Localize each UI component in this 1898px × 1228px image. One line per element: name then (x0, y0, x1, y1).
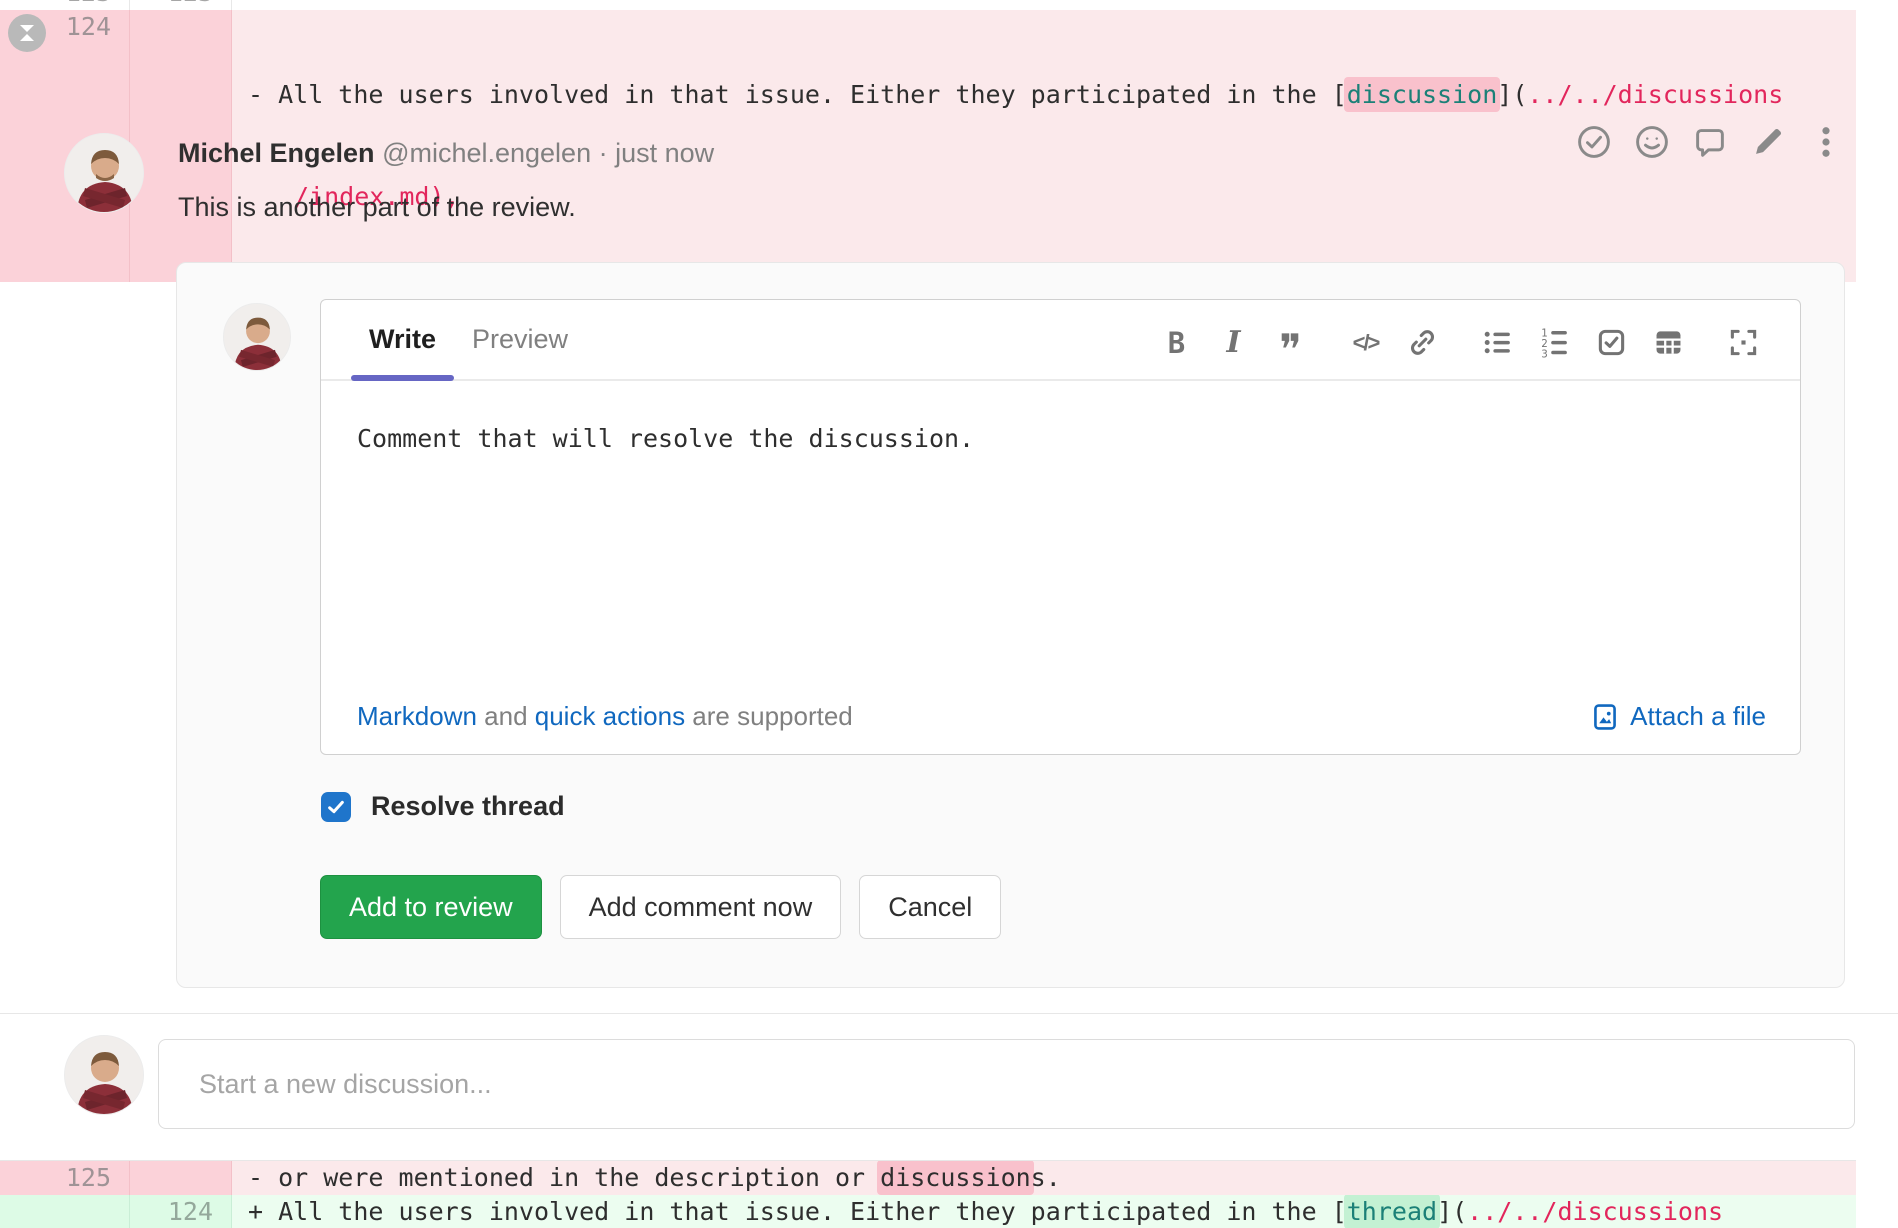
user-avatar[interactable] (64, 1035, 144, 1115)
old-line-number[interactable]: 125 (0, 1161, 130, 1195)
link-icon (1406, 326, 1439, 359)
diff-removed-row: 125 - or were mentioned in the descripti… (0, 1161, 1856, 1195)
smiley-icon (1634, 124, 1670, 160)
form-actions: Add to review Add comment now Cancel (320, 875, 1001, 939)
new-discussion-input[interactable] (158, 1039, 1855, 1129)
editor-footer: Markdown and quick actions are supported… (357, 701, 1766, 732)
note-body-text: This is another part of the review. (178, 192, 576, 223)
resolve-thread-label: Resolve thread (371, 791, 565, 822)
fullscreen-icon (1727, 326, 1760, 359)
table-icon (1652, 326, 1685, 359)
note-timestamp[interactable]: just now (615, 138, 714, 168)
start-thread-button[interactable] (1692, 124, 1728, 160)
diff-clipped-row: 123 123 (0, 0, 1856, 10)
edit-comment-button[interactable] (1750, 124, 1786, 160)
resolve-thread-option[interactable]: Resolve thread (321, 791, 565, 822)
old-line-number[interactable]: 123 (0, 0, 130, 10)
more-actions-button[interactable] (1808, 124, 1844, 160)
avatar-image (224, 304, 291, 371)
merge-request-diff-discussion: 123 123 124 - All the users involved in … (0, 0, 1898, 1228)
code-line-removed: - or were mentioned in the description o… (232, 1161, 1856, 1195)
bulleted-list-icon (1481, 326, 1514, 359)
italic-button[interactable]: I (1215, 324, 1252, 361)
note-actions (1576, 124, 1844, 160)
code-line (232, 0, 1856, 10)
bold-button[interactable]: B (1158, 324, 1195, 361)
attach-image-icon (1590, 702, 1620, 732)
tab-preview[interactable]: Preview (454, 300, 586, 379)
fullscreen-button[interactable] (1725, 324, 1762, 361)
author-name[interactable]: Michel Engelen (178, 138, 375, 168)
tab-write[interactable]: Write (351, 300, 454, 379)
note-header: Michel Engelen @michel.engelen · just no… (178, 134, 714, 172)
bulleted-list-button[interactable] (1479, 324, 1516, 361)
diff-added-row: 124 + All the users involved in that iss… (0, 1195, 1856, 1228)
svg-text:3: 3 (1541, 348, 1548, 359)
kebab-menu-icon (1808, 124, 1844, 160)
section-divider (0, 1013, 1898, 1014)
add-comment-now-button[interactable]: Add comment now (560, 875, 842, 939)
checkmark-icon (325, 796, 347, 818)
user-avatar[interactable] (64, 133, 144, 213)
word-diff-highlight: discussion (1344, 77, 1501, 112)
task-list-icon (1595, 326, 1628, 359)
author-username[interactable]: @michel.engelen (382, 138, 591, 168)
cancel-button[interactable]: Cancel (859, 875, 1001, 939)
link-button[interactable] (1404, 324, 1441, 361)
collapse-lines-button[interactable] (8, 14, 46, 52)
resolve-thread-checkbox[interactable] (321, 792, 351, 822)
comment-icon (1692, 124, 1728, 160)
add-reaction-button[interactable] (1634, 124, 1670, 160)
italic-icon: I (1226, 325, 1240, 360)
code-line-added: + All the users involved in that issue. … (232, 1195, 1856, 1228)
reply-form: Write Preview B I ❞ </> (176, 262, 1845, 988)
code-icon: </> (1353, 330, 1379, 356)
editor-header: Write Preview B I ❞ </> (321, 300, 1800, 381)
task-list-button[interactable] (1593, 324, 1630, 361)
attach-file-button[interactable]: Attach a file (1590, 701, 1766, 732)
markdown-link[interactable]: Markdown (357, 701, 477, 731)
bold-icon: B (1168, 326, 1185, 360)
numbered-list-button[interactable]: 1 2 3 (1536, 324, 1573, 361)
code-button[interactable]: </> (1347, 324, 1384, 361)
add-to-review-button[interactable]: Add to review (320, 875, 542, 939)
word-diff-highlight: thread (1344, 1195, 1440, 1228)
resolve-thread-button[interactable] (1576, 124, 1612, 160)
avatar-image (65, 1036, 144, 1115)
diff-bottom-table: 125 - or were mentioned in the descripti… (0, 1160, 1856, 1228)
user-avatar[interactable] (223, 303, 291, 371)
numbered-list-icon: 1 2 3 (1538, 326, 1571, 359)
comment-textarea[interactable]: Comment that will resolve the discussion… (321, 383, 1800, 662)
editor-toolbar: B I ❞ </> (1158, 324, 1762, 361)
collapse-icon (15, 21, 39, 45)
check-circle-icon (1576, 124, 1612, 160)
table-button[interactable] (1650, 324, 1687, 361)
new-line-number[interactable]: 123 (130, 0, 232, 10)
quote-icon: ❞ (1279, 340, 1302, 360)
quote-button[interactable]: ❞ (1272, 324, 1309, 361)
avatar-image (65, 134, 144, 213)
pencil-icon (1750, 124, 1786, 160)
new-line-number[interactable]: 124 (130, 1195, 232, 1228)
markdown-editor: Write Preview B I ❞ </> (320, 299, 1801, 755)
quick-actions-link[interactable]: quick actions (535, 701, 685, 731)
markdown-help-text: Markdown and quick actions are supported (357, 701, 853, 732)
word-diff-highlight: discussion (877, 1161, 1034, 1195)
new-line-number (130, 1161, 232, 1195)
old-line-number (0, 1195, 130, 1228)
